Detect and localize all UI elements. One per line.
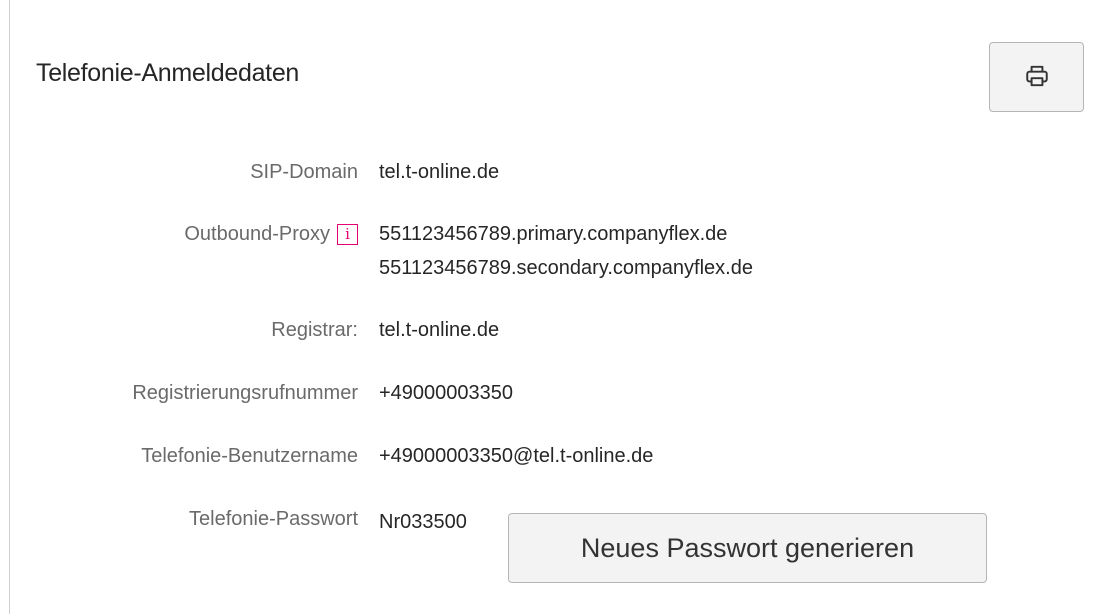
- registration-number-label: Registrierungsrufnummer: [132, 382, 358, 404]
- printer-icon: [1024, 63, 1050, 92]
- outbound-proxy-primary: 551123456789.primary.companyflex.de: [379, 223, 728, 245]
- telephony-credentials-card: Telefonie-Anmeldedaten SIP-Domain tel.t-…: [9, 0, 1120, 614]
- section-title: Telefonie-Anmeldedaten: [36, 59, 300, 87]
- outbound-proxy-secondary: 551123456789.secondary.companyflex.de: [379, 257, 753, 279]
- sip-domain-label: SIP-Domain: [250, 161, 358, 183]
- password-label: Telefonie-Passwort: [189, 508, 358, 530]
- outbound-proxy-value: 551123456789.primary.companyflex.de 5511…: [379, 217, 753, 285]
- password-value: Nr033500: [379, 511, 467, 533]
- registrar-label: Registrar:: [271, 319, 358, 341]
- outbound-proxy-label-wrap: Outbound-Proxy i: [184, 217, 358, 251]
- generate-password-button[interactable]: Neues Passwort generieren: [508, 513, 987, 583]
- username-label: Telefonie-Benutzername: [141, 445, 358, 467]
- sip-domain-value: tel.t-online.de: [379, 161, 500, 183]
- username-value: +49000003350@tel.t-online.de: [379, 445, 654, 467]
- info-icon[interactable]: i: [337, 223, 358, 245]
- registrar-value: tel.t-online.de: [379, 319, 500, 341]
- outbound-proxy-label: Outbound-Proxy: [184, 222, 330, 245]
- registration-number-value: +49000003350: [379, 382, 514, 404]
- print-button[interactable]: [989, 42, 1084, 112]
